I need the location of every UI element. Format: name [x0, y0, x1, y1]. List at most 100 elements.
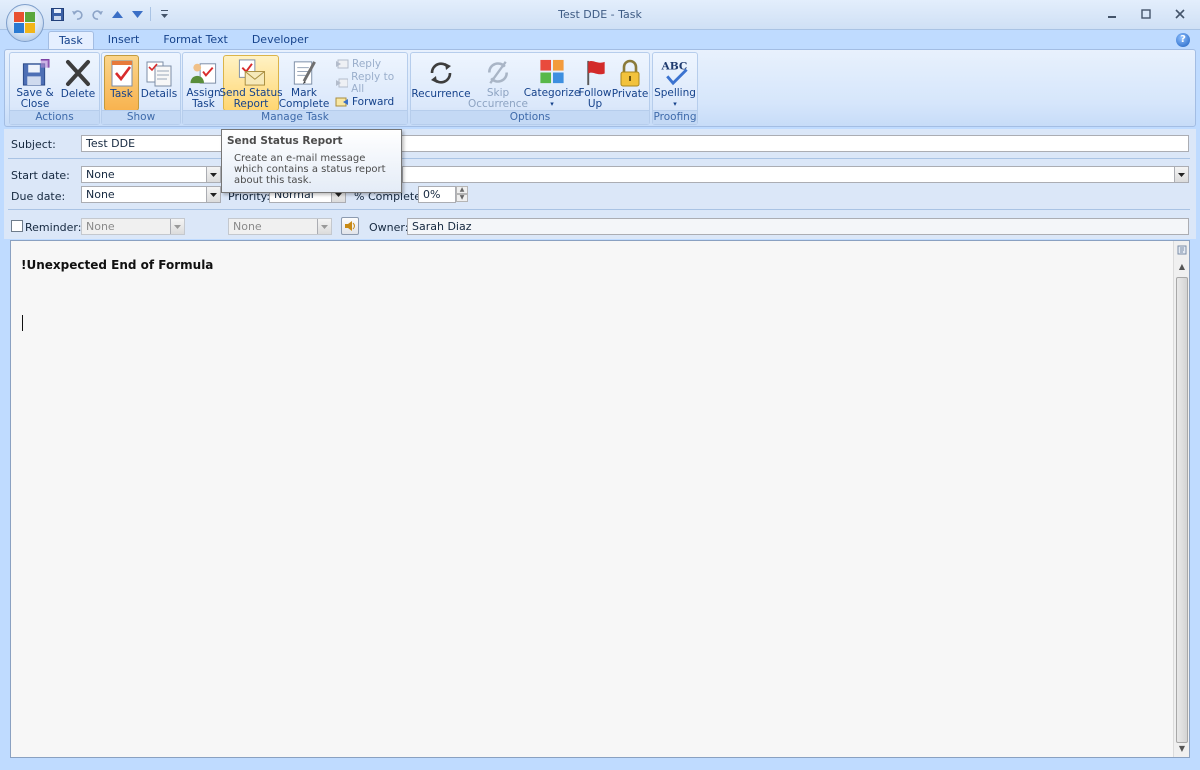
forward-button[interactable]: Forward [335, 93, 394, 111]
assign-task-button[interactable]: Assign Task [185, 55, 222, 111]
qat-separator [150, 7, 151, 21]
ribbon: Save & Close Delete Actions Task Details… [4, 49, 1196, 127]
details-icon [146, 61, 172, 87]
categorize-dropdown-icon: ▾ [550, 100, 554, 108]
group-actions: Save & Close Delete Actions [9, 52, 100, 125]
maximize-button[interactable] [1136, 6, 1156, 22]
skip-occurrence-button[interactable]: Skip Occurrence [468, 55, 528, 111]
chevron-down-icon[interactable] [206, 187, 220, 202]
speaker-icon [345, 221, 355, 231]
send-status-report-icon [238, 59, 266, 86]
spelling-dropdown-icon: ▾ [673, 100, 677, 108]
lock-icon [620, 59, 640, 87]
group-manage-task: Assign Task Send Status Report Mark Comp… [182, 52, 408, 125]
divider [8, 158, 1190, 159]
tab-task[interactable]: Task [48, 31, 94, 49]
chevron-down-icon [170, 219, 184, 234]
scrollbar-thumb[interactable] [1176, 277, 1188, 743]
save-close-icon [22, 58, 50, 86]
tab-format-text[interactable]: Format Text [153, 31, 238, 49]
skip-occurrence-icon [488, 61, 508, 84]
send-status-report-button[interactable]: Send Status Report [219, 55, 283, 111]
task-icon [111, 60, 132, 87]
status-bar [0, 758, 1200, 770]
minimize-button[interactable] [1102, 6, 1122, 22]
ruler-toggle-icon[interactable] [1175, 243, 1189, 257]
spin-up-icon[interactable]: ▲ [456, 186, 468, 194]
details-button[interactable]: Details [140, 55, 178, 111]
owner-label: Owner: [369, 221, 409, 234]
ribbon-tabs: Task Insert Format Text Developer [48, 31, 318, 49]
redo-icon[interactable] [90, 7, 104, 21]
scroll-up-icon[interactable]: ▲ [1175, 259, 1189, 273]
percent-complete-stepper[interactable]: ▲ ▼ [456, 186, 468, 203]
delete-button[interactable]: Delete [58, 55, 98, 111]
mark-complete-icon [293, 61, 316, 85]
minimize-icon [1108, 16, 1116, 18]
tab-developer[interactable]: Developer [242, 31, 319, 49]
title-bar: Test DDE - Task [0, 0, 1200, 30]
reply-all-button[interactable]: Reply to All [335, 71, 407, 95]
chevron-down-icon[interactable] [1174, 167, 1188, 182]
group-proofing: ABC Spelling ▾ Proofing [652, 52, 698, 125]
tab-insert[interactable]: Insert [98, 31, 150, 49]
mark-complete-button[interactable]: Mark Complete [279, 55, 329, 111]
maximize-icon [1141, 9, 1151, 19]
scroll-down-icon[interactable]: ▼ [1175, 741, 1189, 755]
task-body-editor[interactable]: !Unexpected End of Formula ▲ ▼ [10, 240, 1190, 758]
reminder-date-dropdown[interactable]: None [81, 218, 185, 235]
due-date-dropdown[interactable]: None [81, 186, 221, 203]
spelling-button[interactable]: ABC Spelling ▾ [654, 55, 696, 111]
status-dropdown[interactable] [402, 166, 1189, 183]
next-item-icon[interactable] [130, 7, 144, 21]
spin-down-icon[interactable]: ▼ [456, 194, 468, 202]
svg-text:ABC: ABC [660, 60, 687, 73]
start-date-dropdown[interactable]: None [81, 166, 221, 183]
close-icon [1175, 9, 1185, 19]
assign-task-icon [189, 63, 216, 84]
categorize-button[interactable]: Categorize ▾ [524, 55, 580, 111]
tooltip-title: Send Status Report [227, 135, 343, 147]
reminder-sound-button[interactable] [341, 217, 359, 235]
undo-icon[interactable] [70, 7, 84, 21]
spelling-icon: ABC [660, 60, 688, 86]
vertical-scrollbar[interactable]: ▲ ▼ [1173, 241, 1189, 757]
forward-icon [335, 97, 348, 107]
recurrence-icon [430, 62, 452, 84]
group-show: Task Details Show [101, 52, 181, 125]
previous-item-icon[interactable] [110, 7, 124, 21]
window-title: Test DDE - Task [558, 8, 642, 21]
reply-icon [336, 59, 349, 69]
group-label-proofing: Proofing [653, 110, 697, 124]
text-caret [22, 315, 23, 331]
customize-qat-icon[interactable] [157, 7, 171, 21]
reminder-label: Reminder: [25, 221, 82, 234]
task-form: Subject: Test DDE Start date: None Due d… [4, 129, 1196, 239]
chevron-down-icon[interactable] [206, 167, 220, 182]
group-options: Recurrence Skip Occurrence Categorize ▾ [410, 52, 650, 125]
follow-up-button[interactable]: Follow Up [578, 55, 612, 111]
reminder-checkbox[interactable] [11, 220, 23, 232]
group-label-manage-task: Manage Task [183, 110, 407, 124]
close-button[interactable] [1170, 6, 1190, 22]
group-label-actions: Actions [10, 110, 99, 124]
send-status-report-tooltip: Send Status Report Create an e-mail mess… [221, 129, 402, 193]
reminder-time-dropdown[interactable]: None [228, 218, 332, 235]
save-icon[interactable] [50, 7, 64, 21]
reply-all-icon [336, 78, 349, 88]
task-view-button[interactable]: Task [104, 55, 139, 111]
chevron-down-icon [317, 219, 331, 234]
start-date-label: Start date: [11, 169, 70, 182]
group-label-options: Options [411, 110, 649, 124]
quick-access-toolbar [50, 7, 171, 21]
percent-complete-input[interactable]: 0% [418, 186, 456, 203]
delete-icon [66, 60, 90, 86]
owner-field: Sarah Diaz [407, 218, 1189, 235]
help-icon[interactable]: ? [1176, 33, 1190, 47]
subject-label: Subject: [11, 138, 56, 151]
save-close-button[interactable]: Save & Close [13, 55, 57, 111]
office-button[interactable] [6, 4, 44, 42]
tooltip-body: Create an e-mail message which contains … [234, 153, 386, 186]
recurrence-button[interactable]: Recurrence [411, 55, 471, 111]
private-button[interactable]: Private [612, 55, 648, 111]
